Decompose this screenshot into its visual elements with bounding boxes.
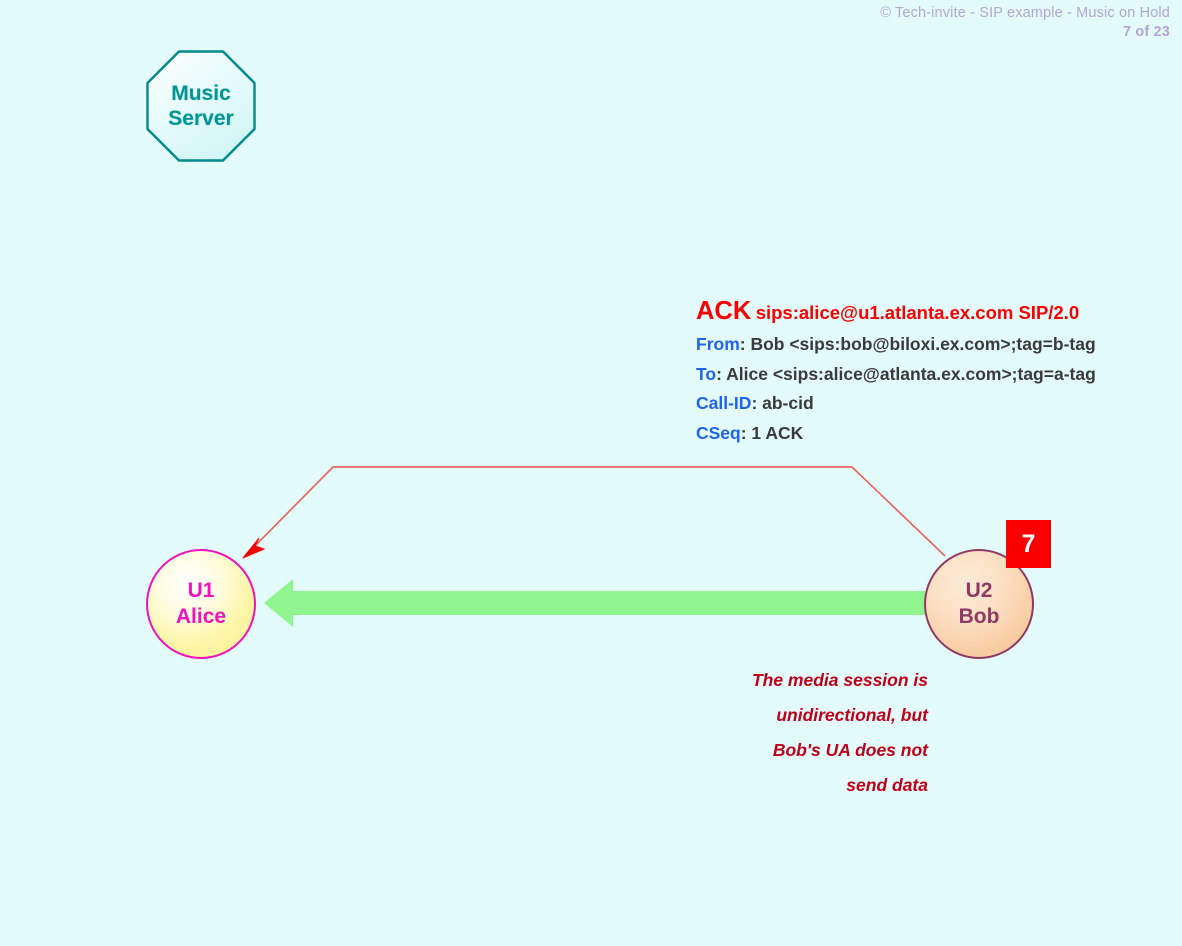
sip-header-from-value: Bob <sips:bob@biloxi.ex.com>;tag=b-tag [745, 334, 1096, 354]
sip-method: ACK [696, 297, 752, 325]
sip-request-line: ACK sips:alice@u1.atlanta.ex.com SIP/2.0 [696, 296, 1166, 330]
sip-header-to-value: Alice <sips:alice@atlanta.ex.com>;tag=a-… [721, 363, 1096, 384]
sip-message-block: ACK sips:alice@u1.atlanta.ex.com SIP/2.0… [696, 296, 1166, 448]
diagram-canvas: © Tech-invite - SIP example - Music on H… [0, 0, 1182, 946]
sip-header-from: From: Bob <sips:bob@biloxi.ex.com>;tag=b… [696, 330, 1166, 360]
media-annotation-line-2: unidirectional, but [776, 705, 928, 725]
sip-header-cseq-value: 1 ACK [746, 422, 804, 443]
media-annotation: The media session is unidirectional, but… [686, 663, 928, 803]
sip-header-to-name: To [696, 363, 717, 384]
sip-header-call-id-value: ab-cid [757, 393, 814, 413]
signal-arrow-line [247, 466, 946, 557]
media-arrow-icon [264, 579, 925, 627]
sip-header-call-id-name: Call-ID [696, 393, 752, 413]
node-music-server-line2: Server [168, 107, 234, 130]
sip-header-call-id: Call-ID: ab-cid [696, 389, 1166, 419]
node-alice-line2: Alice [175, 605, 227, 628]
signal-arrowhead-icon [242, 537, 266, 559]
sip-header-to: To: Alice <sips:alice@atlanta.ex.com>;ta… [696, 360, 1166, 390]
sip-header-from-name: From [696, 334, 740, 354]
page-counter: 7 of 23 [1123, 24, 1170, 40]
page-header: © Tech-invite - SIP example - Music on H… [880, 4, 1170, 42]
node-alice-line1: U1 [187, 579, 215, 602]
sip-header-cseq-name: CSeq [696, 422, 741, 443]
node-alice: U1 Alice [146, 549, 256, 659]
media-annotation-line-4: send data [846, 775, 928, 795]
sip-header-cseq: CSeq: 1 ACK [696, 419, 1166, 449]
node-bob-line1: U2 [965, 579, 993, 602]
step-badge: 7 [1006, 520, 1051, 568]
copyright-text: © Tech-invite - SIP example - Music on H… [880, 5, 1170, 21]
sip-request-uri: sips:alice@u1.atlanta.ex.com SIP/2.0 [755, 302, 1080, 323]
node-music-server-label: Music Server [146, 50, 256, 162]
media-annotation-line-3: Bob's UA does not [772, 740, 928, 760]
media-annotation-line-1: The media session is [751, 670, 928, 690]
node-music-server-line1: Music [171, 82, 231, 105]
node-bob-line2: Bob [958, 605, 1000, 628]
node-music-server: Music Server [146, 50, 256, 162]
